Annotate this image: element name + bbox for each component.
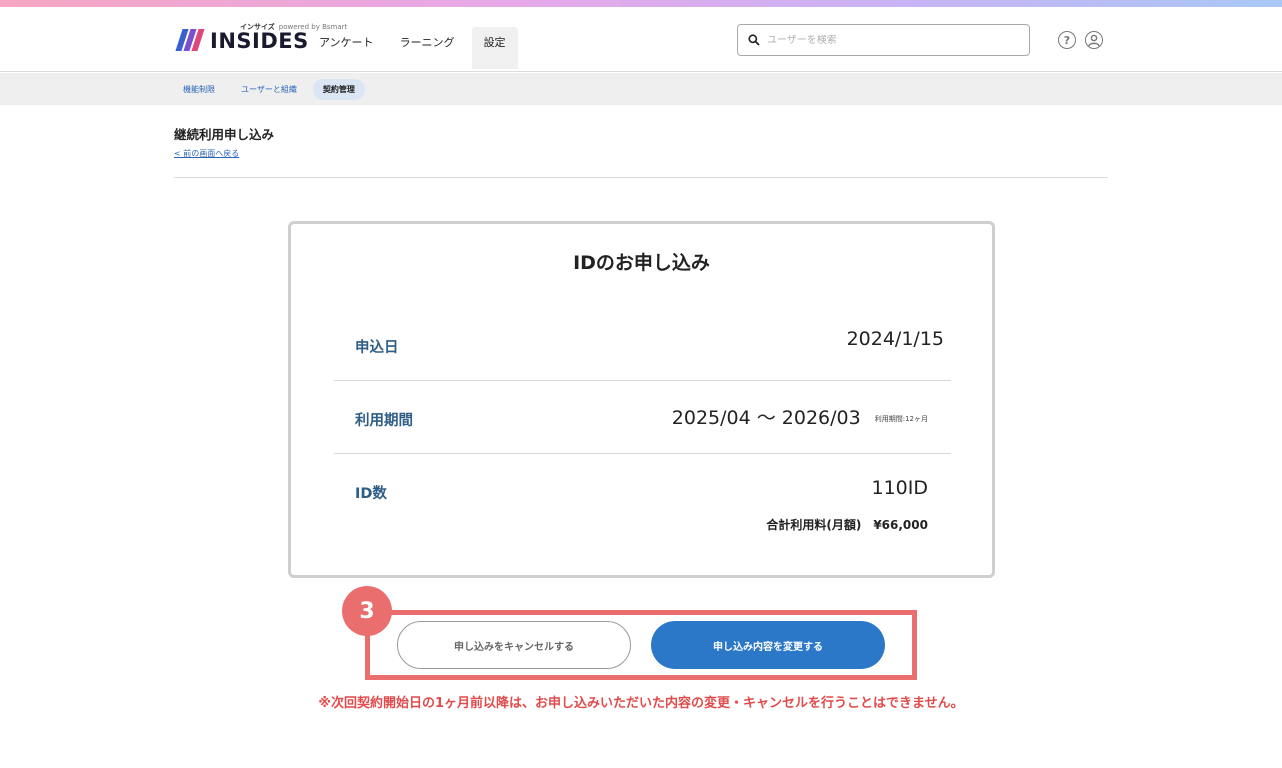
main-nav: アンケート ラーニング 設定 (306, 27, 518, 69)
user-icon[interactable] (1085, 31, 1103, 49)
row-divider (334, 453, 951, 454)
subnav-item-contract[interactable]: 契約管理 (312, 79, 365, 100)
logo-mark-icon (175, 29, 205, 51)
top-gradient-bar (0, 0, 1282, 7)
subnav-item-feature-limits[interactable]: 機能制限 (173, 79, 225, 100)
nav-item-survey[interactable]: アンケート (306, 27, 387, 69)
sub-nav: 機能制限 ユーザーと組織 契約管理 (0, 73, 1282, 105)
total-fee: 合計利用料(月額) ¥66,000 (766, 518, 928, 532)
page-title: 継続利用申し込み (174, 127, 275, 142)
usage-period-range: 2025/04 〜 2026/03 (671, 407, 861, 429)
application-date-label: 申込日 (355, 340, 399, 356)
help-icon[interactable]: ? (1058, 31, 1076, 49)
subnav-item-users-org[interactable]: ユーザーと組織 (231, 79, 307, 100)
search-input[interactable] (767, 34, 1007, 46)
search-icon (748, 34, 760, 46)
back-link[interactable]: < 前の画面へ戻る (174, 148, 239, 159)
nav-item-settings[interactable]: 設定 (471, 27, 518, 69)
change-application-button[interactable]: 申し込み内容を変更する (651, 621, 885, 669)
usage-period-label: 利用期間 (355, 413, 413, 429)
application-card: IDのお申し込み 申込日 2024/1/15 利用期間 2025/04 〜 20… (288, 221, 995, 578)
search-box (737, 24, 1030, 56)
usage-period-note: 利用期間:12ヶ月 (874, 414, 928, 423)
application-date-value: 2024/1/15 (846, 328, 944, 350)
row-divider (334, 380, 951, 381)
usage-period-value: 2025/04 〜 2026/03 利用期間:12ヶ月 (672, 403, 928, 430)
divider (174, 177, 1108, 178)
id-count-label: ID数 (355, 486, 387, 502)
step-badge: 3 (342, 586, 392, 636)
card-title: IDのお申し込み (573, 252, 710, 274)
header: インサイズ powered by Bsmart INSIDES アンケート ラーニ… (0, 7, 1282, 72)
cancel-application-button[interactable]: 申し込みをキャンセルする (397, 621, 631, 669)
notice-text: ※次回契約開始日の1ヶ月前以降は、お申し込みいただいた内容の変更・キャンセルを行… (318, 696, 964, 711)
id-count-value: 110ID (871, 477, 929, 499)
nav-item-learning[interactable]: ラーニング (387, 27, 468, 69)
